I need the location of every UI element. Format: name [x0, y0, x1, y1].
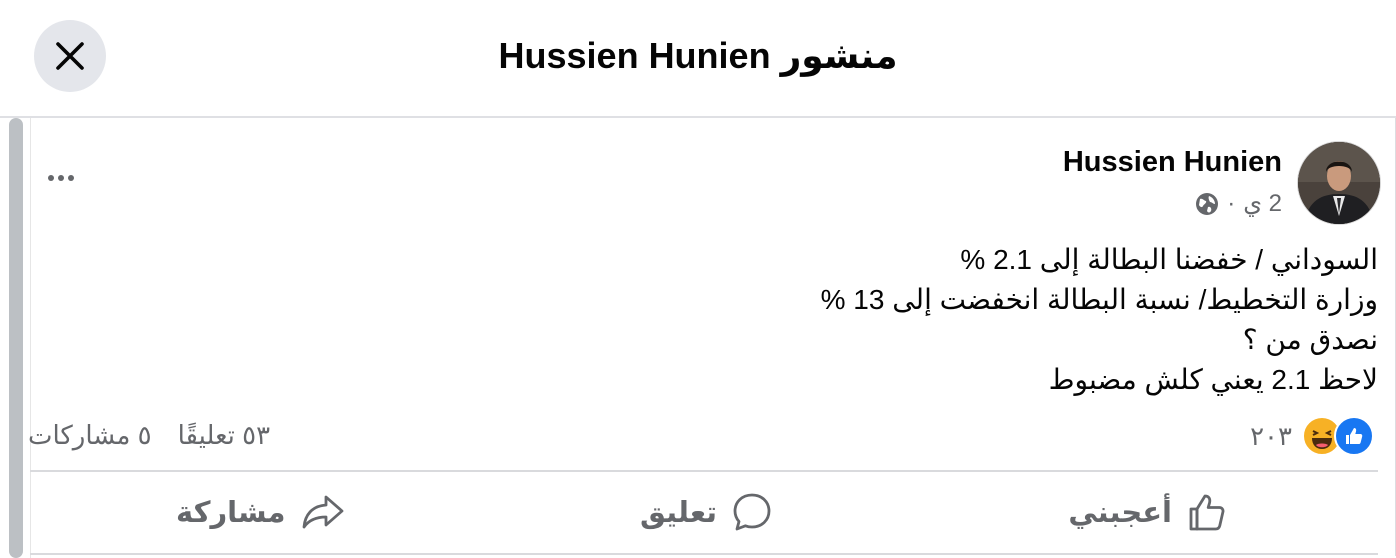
engagement-stats: ٥٣ تعليقًا ٥ مشاركات	[28, 416, 270, 454]
share-icon	[302, 495, 343, 529]
avatar[interactable]	[1297, 141, 1381, 225]
post-meta: 2 ي ·	[1195, 186, 1282, 222]
more-options-button[interactable]	[38, 160, 84, 196]
post-line: لاحظ 2.1 يعني كلش مضبوط	[1048, 364, 1378, 395]
comment-label: تعليق	[640, 496, 718, 529]
comment-button[interactable]: تعليق	[640, 484, 773, 540]
post-line: وزارة التخطيط/ نسبة البطالة انخفضت إلى 1…	[820, 284, 1378, 315]
dialog-title: منشور Hussien Hunien	[498, 35, 898, 76]
share-button[interactable]: مشاركة	[176, 484, 346, 540]
reactions-count: ٢٠٣	[1250, 421, 1292, 451]
comments-count[interactable]: ٥٣ تعليقًا	[178, 416, 270, 454]
meta-separator: ·	[1227, 190, 1236, 217]
post-line: نصدق من ؟	[1242, 324, 1378, 355]
divider	[30, 553, 1378, 555]
share-label: مشاركة	[176, 496, 286, 529]
globe-icon[interactable]	[1195, 192, 1219, 216]
more-options-icon	[48, 175, 54, 181]
dialog-header: منشور Hussien Hunien	[0, 0, 1396, 118]
like-button[interactable]: أعجبني	[1068, 484, 1228, 540]
reactions-summary[interactable]: ٢٠٣	[1250, 416, 1374, 456]
shares-count[interactable]: ٥ مشاركات	[28, 416, 152, 454]
like-label: أعجبني	[1068, 496, 1172, 529]
like-reaction-icon	[1334, 416, 1374, 456]
thumbs-up-icon	[1189, 494, 1225, 531]
comment-icon	[733, 493, 771, 531]
scrollbar-thumb[interactable]	[9, 118, 23, 558]
profile-photo	[1298, 142, 1380, 224]
post-line: السوداني / خفضنا البطالة إلى 2.1 %	[960, 244, 1378, 275]
post-time[interactable]: 2 ي	[1243, 186, 1282, 222]
post-text: السوداني / خفضنا البطالة إلى 2.1 % وزارة…	[578, 240, 1378, 400]
divider	[30, 470, 1378, 472]
author-name[interactable]: Hussien Hunien	[1063, 142, 1282, 182]
